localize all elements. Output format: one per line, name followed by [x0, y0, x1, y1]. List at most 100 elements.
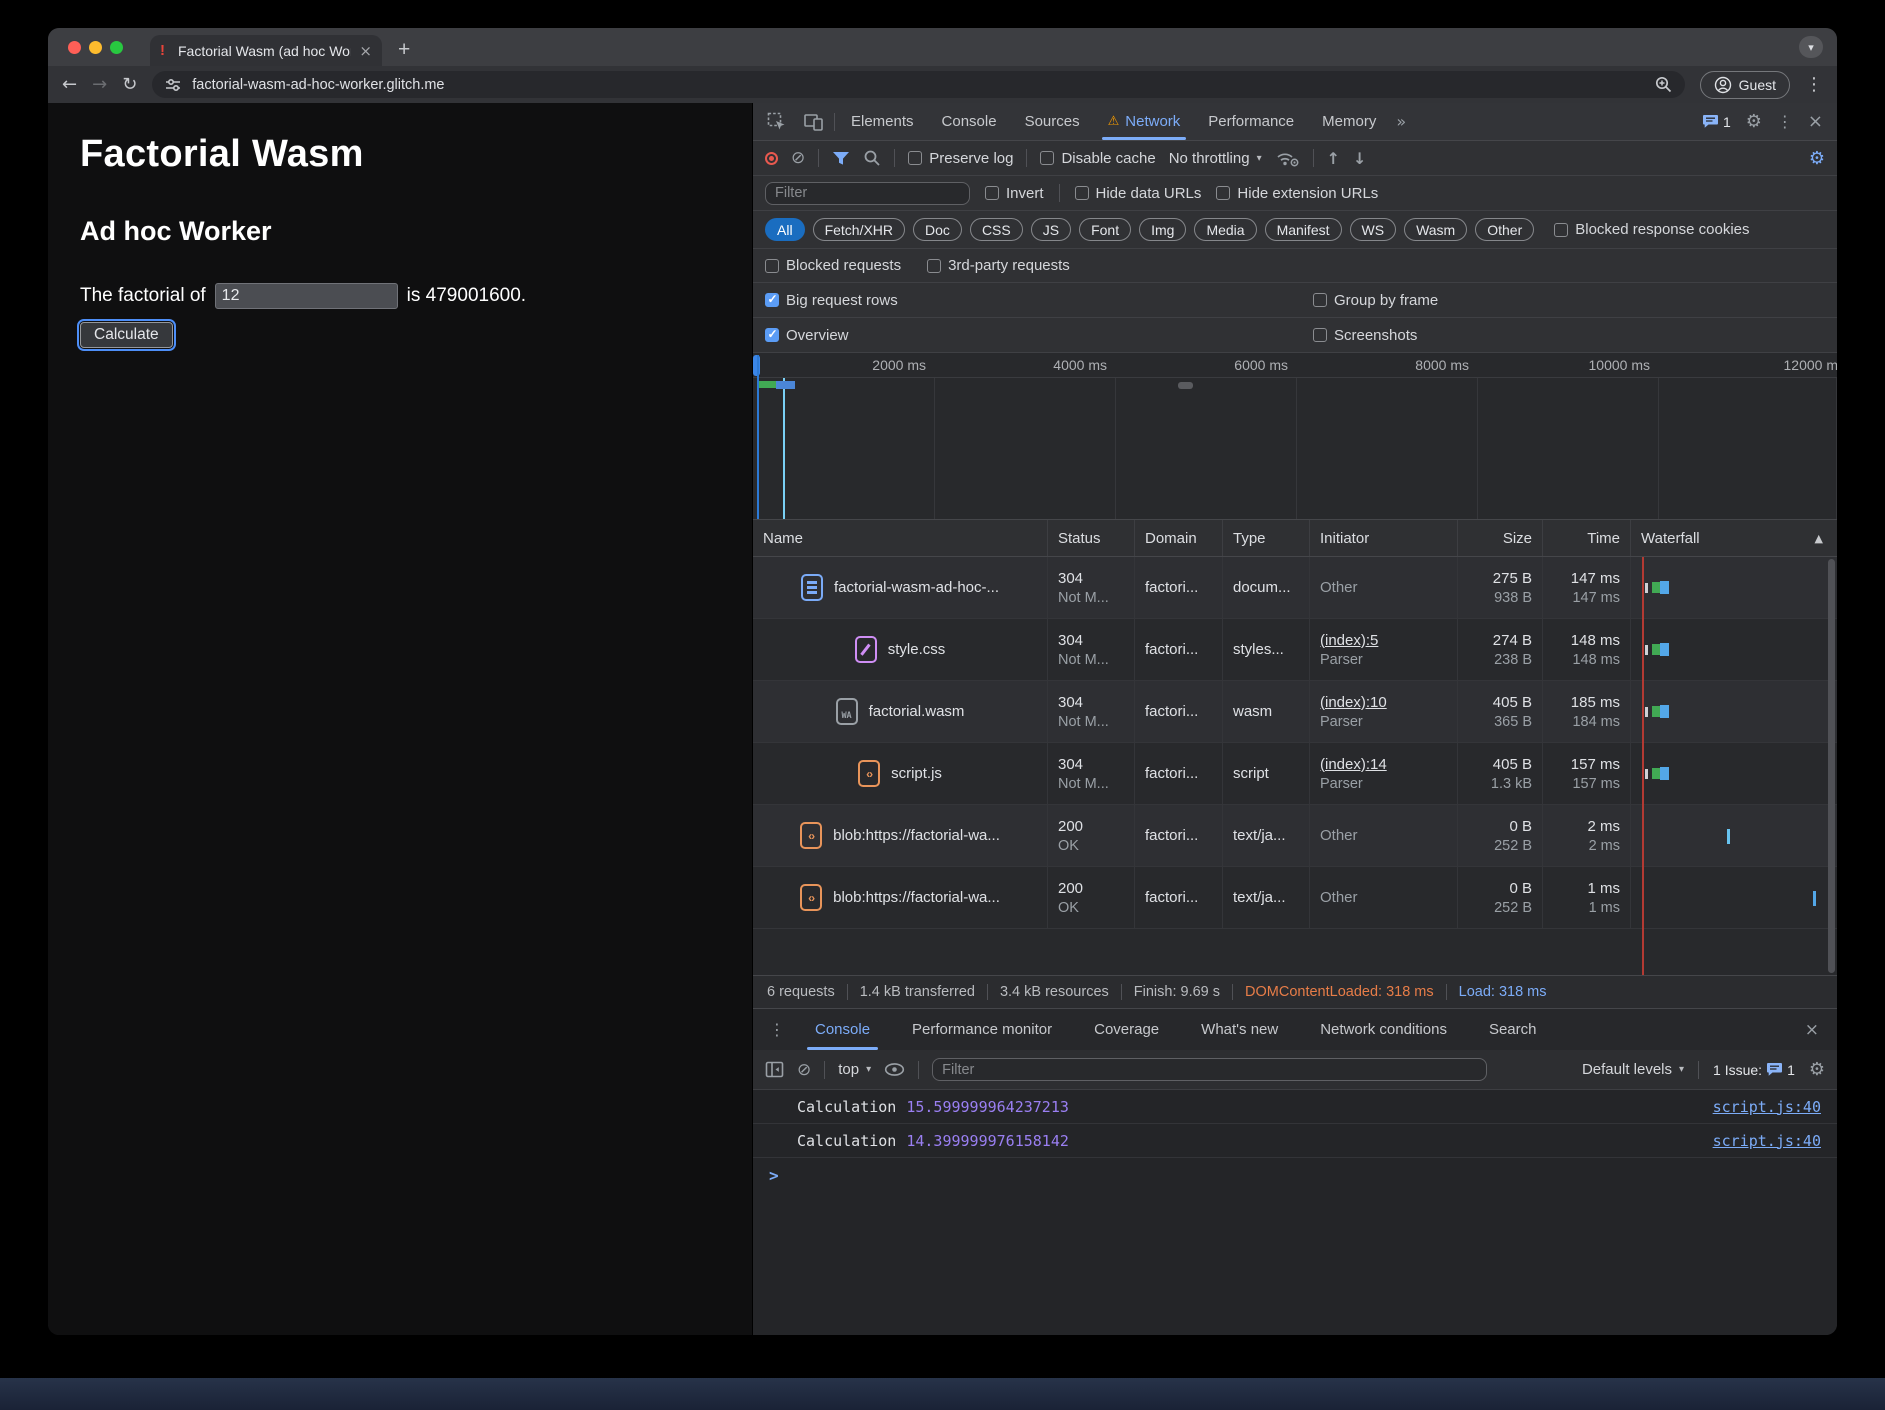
more-tabs-icon[interactable]: » [1392, 112, 1410, 131]
vertical-scrollbar[interactable] [1828, 559, 1835, 973]
request-row[interactable]: factorial-wasm-ad-hoc-... 304Not M... fa… [753, 557, 1837, 619]
record-button[interactable] [765, 152, 778, 165]
chip-ws[interactable]: WS [1350, 218, 1397, 241]
chip-css[interactable]: CSS [970, 218, 1023, 241]
throttling-select[interactable]: No throttling ▾ [1169, 150, 1262, 167]
col-initiator[interactable]: Initiator [1309, 520, 1457, 556]
drawer-tab-search[interactable]: Search [1469, 1009, 1557, 1050]
drawer-tab-network-conditions[interactable]: Network conditions [1300, 1009, 1467, 1050]
preserve-log-checkbox[interactable]: Preserve log [908, 150, 1013, 167]
device-toolbar-icon[interactable] [797, 112, 830, 131]
filter-funnel-icon[interactable] [832, 151, 850, 166]
overview-checkbox[interactable]: Overview [765, 327, 849, 344]
initiator-link[interactable]: (index):5 [1320, 632, 1447, 649]
maximize-window-button[interactable] [110, 41, 123, 54]
hide-extension-urls-checkbox[interactable]: Hide extension URLs [1216, 185, 1378, 202]
chip-doc[interactable]: Doc [913, 218, 962, 241]
blocked-response-cookies-checkbox[interactable]: Blocked response cookies [1554, 221, 1749, 238]
tab-memory[interactable]: Memory [1310, 103, 1388, 140]
issues-badge[interactable]: 1 [1702, 114, 1731, 130]
screenshots-checkbox[interactable]: Screenshots [1313, 327, 1417, 344]
request-row[interactable]: ‹›script.js 304Not M... factori... scrip… [753, 743, 1837, 805]
address-bar[interactable]: factorial-wasm-ad-hoc-worker.glitch.me [152, 71, 1684, 98]
col-type[interactable]: Type [1222, 520, 1309, 556]
console-settings-gear-icon[interactable]: ⚙ [1809, 1059, 1825, 1080]
issues-counter[interactable]: 1 Issue: 1 [1713, 1062, 1795, 1078]
initiator-link[interactable]: (index):10 [1320, 694, 1447, 711]
devtools-menu-icon[interactable]: ⋮ [1777, 112, 1793, 131]
drawer-tab-whats-new[interactable]: What's new [1181, 1009, 1298, 1050]
request-row[interactable]: ‹›blob:https://factorial-wa... 200OK fac… [753, 867, 1837, 929]
invert-checkbox[interactable]: Invert [985, 185, 1044, 202]
inspect-element-icon[interactable] [761, 112, 793, 132]
console-message[interactable]: Calculation 14.399999976158142 script.js… [753, 1124, 1837, 1158]
tab-performance[interactable]: Performance [1196, 103, 1306, 140]
col-status[interactable]: Status [1047, 520, 1134, 556]
network-overview-timeline[interactable]: 2000 ms 4000 ms 6000 ms 8000 ms 10000 ms… [753, 353, 1837, 520]
forward-button[interactable]: → [92, 74, 107, 95]
hide-data-urls-checkbox[interactable]: Hide data URLs [1075, 185, 1202, 202]
minimize-window-button[interactable] [89, 41, 102, 54]
factorial-input[interactable] [215, 283, 398, 309]
col-time[interactable]: Time [1542, 520, 1630, 556]
request-row[interactable]: WAfactorial.wasm 304Not M... factori... … [753, 681, 1837, 743]
chip-js[interactable]: JS [1031, 218, 1071, 241]
big-request-rows-checkbox[interactable]: Big request rows [765, 292, 898, 309]
drawer-tab-performance-monitor[interactable]: Performance monitor [892, 1009, 1072, 1050]
back-button[interactable]: ← [62, 74, 77, 95]
tab-sources[interactable]: Sources [1013, 103, 1092, 140]
reload-button[interactable]: ↻ [122, 74, 137, 95]
source-link[interactable]: script.js:40 [1713, 1132, 1837, 1150]
network-conditions-icon[interactable] [1275, 149, 1300, 168]
chip-fetch-xhr[interactable]: Fetch/XHR [813, 218, 905, 241]
blocked-requests-checkbox[interactable]: Blocked requests [765, 257, 901, 274]
chip-all[interactable]: All [765, 218, 805, 241]
network-filter-input[interactable] [765, 182, 970, 205]
console-prompt[interactable]: > [753, 1158, 1837, 1192]
drawer-tab-coverage[interactable]: Coverage [1074, 1009, 1179, 1050]
group-by-frame-checkbox[interactable]: Group by frame [1313, 292, 1438, 309]
clear-requests-icon[interactable]: ⊘ [791, 148, 805, 168]
request-row[interactable]: style.css 304Not M... factori... styles.… [753, 619, 1837, 681]
col-waterfall[interactable]: Waterfall ▲ [1630, 520, 1837, 556]
initiator-link[interactable]: (index):14 [1320, 756, 1447, 773]
chip-other[interactable]: Other [1475, 218, 1534, 241]
zoom-icon[interactable] [1654, 75, 1673, 94]
clear-console-icon[interactable]: ⊘ [797, 1060, 811, 1080]
calculate-button[interactable]: Calculate [80, 322, 173, 348]
console-sidebar-toggle-icon[interactable] [765, 1061, 784, 1078]
console-context-select[interactable]: top ▾ [838, 1061, 871, 1078]
network-settings-gear-icon[interactable]: ⚙ [1809, 148, 1825, 169]
tab-network[interactable]: ⚠ Network [1096, 103, 1193, 140]
console-message[interactable]: Calculation 15.599999964237213 script.js… [753, 1090, 1837, 1124]
search-icon[interactable] [863, 149, 881, 167]
sort-ascending-icon[interactable]: ▲ [1815, 532, 1823, 545]
tab-console[interactable]: Console [930, 103, 1009, 140]
chip-img[interactable]: Img [1139, 218, 1186, 241]
browser-menu-button[interactable]: ⋮ [1805, 74, 1823, 95]
chip-media[interactable]: Media [1194, 218, 1256, 241]
tab-close-icon[interactable]: × [359, 42, 372, 60]
log-levels-select[interactable]: Default levels ▾ [1582, 1061, 1684, 1078]
tab-search-button[interactable]: ▾ [1799, 36, 1823, 58]
settings-gear-icon[interactable]: ⚙ [1746, 111, 1762, 132]
tab-elements[interactable]: Elements [839, 103, 926, 140]
request-row[interactable]: ‹›blob:https://factorial-wa... 200OK fac… [753, 805, 1837, 867]
site-settings-icon[interactable] [164, 76, 182, 94]
chip-font[interactable]: Font [1079, 218, 1131, 241]
console-filter-input[interactable] [932, 1058, 1487, 1081]
chip-wasm[interactable]: Wasm [1404, 218, 1467, 241]
export-har-icon[interactable]: ↓ [1353, 149, 1366, 168]
col-name[interactable]: Name [753, 520, 1047, 556]
profile-button[interactable]: Guest [1700, 71, 1790, 99]
eye-icon[interactable] [884, 1062, 905, 1077]
import-har-icon[interactable]: ↑ [1327, 149, 1340, 168]
source-link[interactable]: script.js:40 [1713, 1098, 1837, 1116]
url-text[interactable]: factorial-wasm-ad-hoc-worker.glitch.me [192, 77, 1643, 93]
new-tab-button[interactable]: + [398, 38, 410, 62]
col-size[interactable]: Size [1457, 520, 1542, 556]
browser-tab[interactable]: ! Factorial Wasm (ad hoc Work × [150, 35, 382, 66]
drawer-tab-console[interactable]: Console [795, 1009, 890, 1050]
drawer-menu-icon[interactable]: ⋮ [761, 1020, 793, 1039]
close-window-button[interactable] [68, 41, 81, 54]
